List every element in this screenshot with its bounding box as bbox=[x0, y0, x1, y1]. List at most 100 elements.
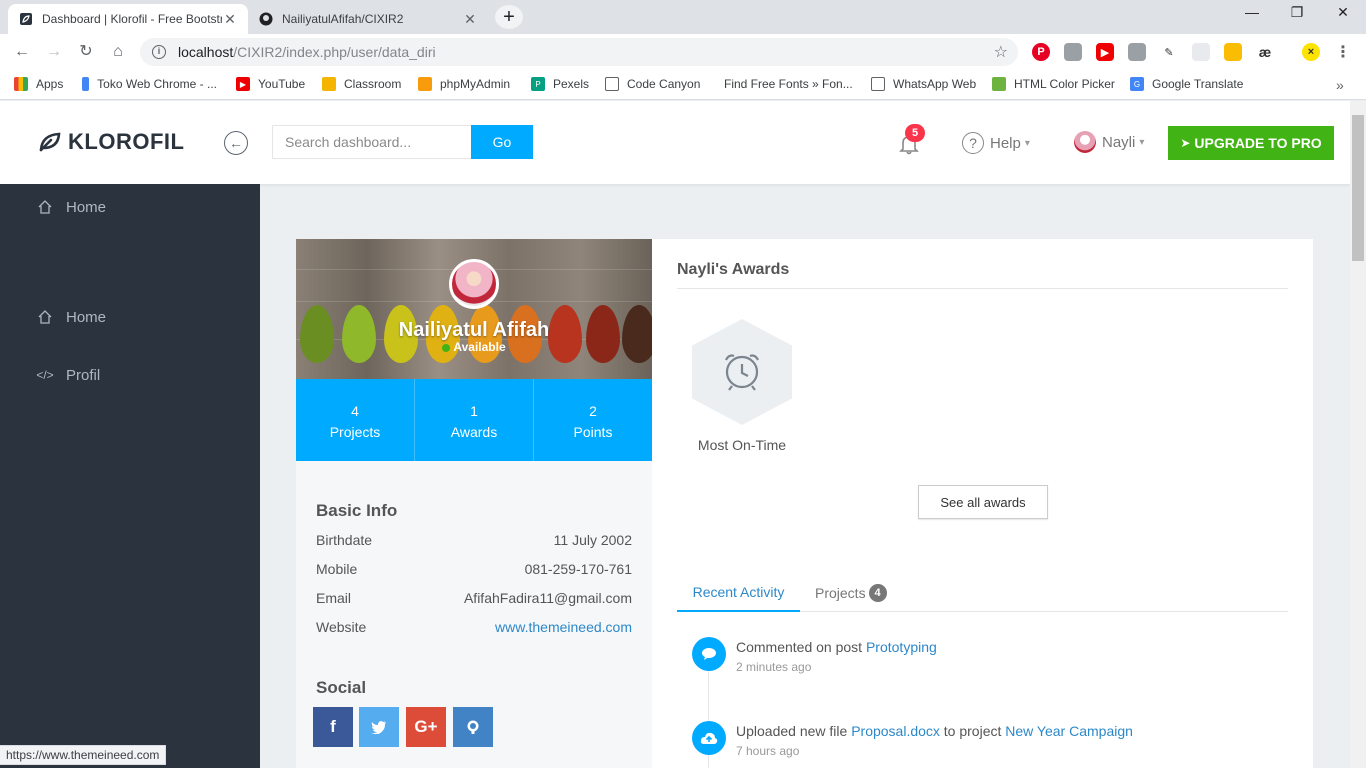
activity-link[interactable]: Prototyping bbox=[866, 639, 937, 655]
upgrade-button[interactable]: ➤ UPGRADE TO PRO bbox=[1168, 126, 1334, 160]
info-value: 11 July 2002 bbox=[553, 532, 632, 548]
bookmark-item[interactable]: ▶ YouTube bbox=[236, 77, 305, 91]
bookmark-item[interactable]: Find Free Fonts » Fon... bbox=[716, 77, 852, 91]
bookmark-item[interactable]: phpMyAdmin bbox=[418, 77, 510, 91]
stat-label: Projects bbox=[329, 424, 381, 440]
bookmark-item[interactable]: WhatsApp Web bbox=[871, 77, 976, 91]
tab-title: NailiyatulAfifah/CIXIR2 bbox=[282, 12, 404, 26]
notification-badge: 5 bbox=[905, 124, 925, 142]
bookmark-item[interactable]: HTML Color Picker bbox=[992, 77, 1115, 91]
bookmark-apps[interactable]: Apps bbox=[14, 77, 63, 91]
profile-stats: 4 Projects 1 Awards 2 Points bbox=[296, 379, 652, 461]
user-dropdown[interactable]: Nayli ▾ bbox=[1074, 131, 1144, 153]
youtube-extension-icon[interactable]: ▶ bbox=[1096, 43, 1114, 61]
award-label: Most On-Time bbox=[697, 437, 787, 453]
bookmark-item[interactable]: P Pexels bbox=[531, 77, 589, 91]
menu-dots-icon[interactable]: ⋮ bbox=[1334, 43, 1352, 61]
sidebar: Home Home </> Profil bbox=[0, 184, 260, 768]
close-window-icon[interactable]: ✕ bbox=[1323, 4, 1363, 21]
stat-label: Awards bbox=[450, 424, 498, 440]
brand-logo[interactable]: KLOROFIL bbox=[38, 129, 184, 155]
bookmark-star-icon[interactable]: ☆ bbox=[994, 42, 1008, 62]
sidebar-item-home[interactable]: Home bbox=[36, 308, 106, 326]
stat-value: 2 bbox=[589, 403, 597, 419]
website-link[interactable]: www.themeineed.com bbox=[495, 619, 632, 635]
scrollbar-thumb[interactable] bbox=[1352, 115, 1364, 261]
bookmark-item[interactable]: Toko Web Chrome - ... bbox=[82, 77, 217, 91]
camera-extension-icon[interactable] bbox=[1128, 43, 1146, 61]
apps-grid-icon bbox=[14, 77, 28, 91]
close-tab-icon[interactable]: ✕ bbox=[462, 11, 478, 28]
info-label: Birthdate bbox=[316, 532, 373, 548]
search-input[interactable] bbox=[272, 125, 472, 159]
tab-label: Projects bbox=[815, 585, 866, 601]
tab-recent-activity[interactable]: Recent Activity bbox=[677, 574, 800, 612]
more-bookmarks-icon[interactable]: » bbox=[1336, 77, 1344, 93]
stat-label: Points bbox=[573, 424, 613, 440]
pexels-icon: P bbox=[531, 77, 545, 91]
bookmark-item[interactable]: Code Canyon bbox=[605, 77, 700, 91]
twitter-icon[interactable] bbox=[359, 707, 399, 747]
phpmyadmin-icon bbox=[418, 77, 432, 91]
close-tab-icon[interactable]: ✕ bbox=[222, 11, 238, 28]
home-browser-icon[interactable]: ⌂ bbox=[106, 41, 130, 63]
activity-time: 7 hours ago bbox=[736, 744, 800, 758]
shield-extension-icon[interactable] bbox=[1064, 43, 1082, 61]
stat-value: 1 bbox=[470, 403, 478, 419]
activity-desc: Commented on post bbox=[736, 639, 866, 655]
activity-time: 2 minutes ago bbox=[736, 660, 812, 674]
activity-desc: to project bbox=[939, 723, 1006, 739]
back-icon[interactable]: ← bbox=[10, 41, 34, 63]
reload-icon[interactable]: ↻ bbox=[74, 41, 98, 63]
github-icon bbox=[258, 11, 274, 27]
google-plus-icon[interactable]: G+ bbox=[406, 707, 446, 747]
classroom-icon bbox=[322, 77, 336, 91]
tab-projects[interactable]: Projects 4 bbox=[815, 574, 887, 612]
activity-link[interactable]: New Year Campaign bbox=[1005, 723, 1133, 739]
profile-name: Nailiyatul Afifah bbox=[398, 319, 550, 341]
activity-link[interactable]: Proposal.docx bbox=[851, 723, 940, 739]
tab-title: Dashboard | Klorofil - Free Bootstr bbox=[42, 12, 222, 26]
ae-extension-icon[interactable]: æ bbox=[1256, 43, 1274, 61]
color-extension-icon[interactable] bbox=[1224, 43, 1242, 61]
browser-toolbar: ← → ↻ ⌂ i localhost/CIXIR2/index.php/use… bbox=[0, 34, 1366, 70]
klorofil-favicon bbox=[18, 11, 34, 27]
profile-extension-icon[interactable]: × bbox=[1302, 43, 1320, 61]
page-icon bbox=[605, 77, 619, 91]
sidebar-item-profil[interactable]: </> Profil bbox=[36, 366, 100, 384]
search-go-button[interactable]: Go bbox=[471, 125, 533, 159]
browser-tab-active[interactable]: Dashboard | Klorofil - Free Bootstr ✕ bbox=[8, 4, 248, 34]
forward-icon[interactable]: → bbox=[42, 41, 66, 63]
site-info-icon[interactable]: i bbox=[152, 45, 166, 59]
bookmark-item[interactable]: G Google Translate bbox=[1130, 77, 1243, 91]
stat-value: 4 bbox=[351, 403, 359, 419]
chevron-down-icon: ▾ bbox=[1024, 137, 1030, 149]
page-scrollbar[interactable] bbox=[1350, 101, 1366, 768]
bookmark-item[interactable]: Classroom bbox=[322, 77, 401, 91]
comment-icon bbox=[692, 637, 726, 671]
github-social-icon[interactable] bbox=[453, 707, 493, 747]
minimize-icon[interactable]: — bbox=[1232, 4, 1272, 20]
pinterest-icon[interactable]: P bbox=[1032, 43, 1050, 61]
new-tab-button[interactable]: + bbox=[495, 5, 523, 29]
address-bar[interactable]: i localhost/CIXIR2/index.php/user/data_d… bbox=[140, 38, 1018, 66]
rocket-icon: ➤ bbox=[1180, 136, 1191, 150]
see-all-awards-button[interactable]: See all awards bbox=[918, 485, 1048, 519]
browser-tab-github[interactable]: NailiyatulAfifah/CIXIR2 ✕ bbox=[248, 4, 488, 34]
sidebar-item-label: Home bbox=[66, 198, 107, 215]
extension-icon[interactable] bbox=[1192, 43, 1210, 61]
leaf-logo-icon bbox=[39, 132, 61, 152]
online-dot-icon bbox=[442, 343, 451, 352]
info-value: AfifahFadira11@gmail.com bbox=[463, 590, 632, 606]
profile-cover: Nailiyatul Afifah Available bbox=[296, 239, 652, 379]
info-label: Email bbox=[316, 590, 352, 606]
help-dropdown[interactable]: ? Help ▾ bbox=[962, 132, 1030, 154]
user-name: Nayli bbox=[1102, 133, 1136, 151]
activity-desc: Uploaded new file bbox=[736, 723, 852, 739]
facebook-icon[interactable]: f bbox=[313, 707, 353, 747]
restore-icon[interactable]: ❐ bbox=[1277, 4, 1317, 21]
activity-text: Uploaded new file Proposal.docx to proje… bbox=[736, 723, 1133, 739]
pen-extension-icon[interactable]: ✎ bbox=[1160, 43, 1178, 61]
sidebar-toggle-icon[interactable]: ← bbox=[224, 131, 248, 155]
sidebar-partial-item[interactable]: Home bbox=[0, 184, 260, 214]
